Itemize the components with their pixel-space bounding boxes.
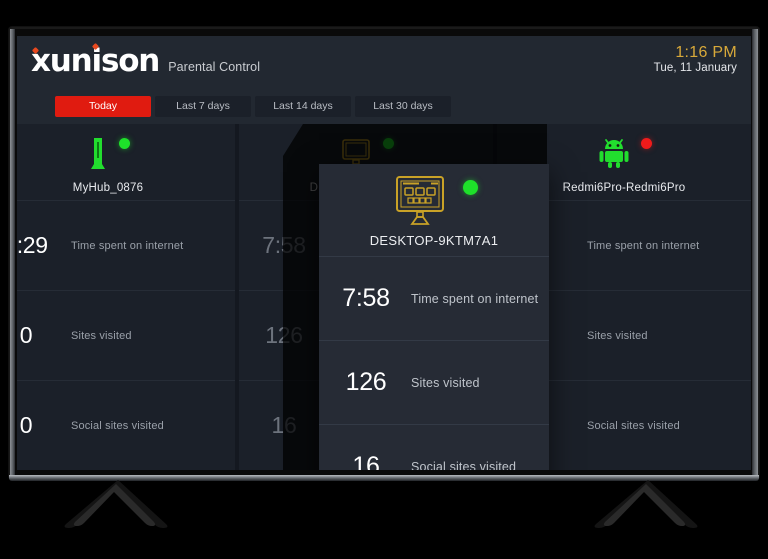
router-icon <box>90 138 105 169</box>
focused-stat-row-social: 16 Social sites visited <box>319 424 549 470</box>
stat-row-social: 0 Social sites visited <box>17 380 235 470</box>
status-dot-offline <box>640 138 652 149</box>
focused-stat-label-sites: Sites visited <box>411 375 480 390</box>
stat-row-time: 5:29 Time spent on internet <box>17 200 235 290</box>
tab-last-14-days[interactable]: Last 14 days <box>255 95 351 117</box>
status-dot-online <box>462 180 478 195</box>
desktop-icon <box>395 176 444 225</box>
clock-date: Tue, 11 January <box>653 62 737 75</box>
focused-device-icon-group <box>319 174 549 230</box>
stat-value-social: 0 <box>19 412 33 438</box>
brand: xunison Parental Control <box>31 42 261 77</box>
tab-last-30-days[interactable]: Last 30 days <box>355 95 451 117</box>
focused-stat-value-time: 7:58 <box>342 284 390 312</box>
stat-label-time: Time spent on internet <box>587 239 700 252</box>
xunison-logo: xunison <box>31 42 160 77</box>
screenshot-stage: xunison Parental Control 1:16 PM Tue, 11… <box>0 0 768 559</box>
android-icon <box>599 139 628 168</box>
stat-label-time: Time spent on internet <box>71 239 184 252</box>
tv-stand-leg-right <box>588 478 708 530</box>
focused-stat-value-sites: 126 <box>345 368 387 396</box>
stat-label-social: Social sites visited <box>587 419 680 432</box>
device-card-header: MyHub_0876 <box>17 124 235 200</box>
stat-value-time: 5:29 <box>17 232 48 258</box>
date-range-tabs: Today Last 7 days Last 14 days Last 30 d… <box>17 88 751 124</box>
device-name: MyHub_0876 <box>72 182 144 194</box>
status-dot-online <box>118 138 130 149</box>
stat-label-sites: Sites visited <box>71 329 132 342</box>
app-subtitle: Parental Control <box>168 60 261 74</box>
device-icon-group <box>17 136 235 172</box>
focused-device-name: DESKTOP-9KTM7A1 <box>369 233 499 248</box>
stat-label-social: Social sites visited <box>71 419 164 432</box>
device-card-myhub[interactable]: MyHub_0876 5:29 Time spent on internet 0… <box>17 124 235 470</box>
stat-label-sites: Sites visited <box>587 329 648 342</box>
focused-card-header: DESKTOP-9KTM7A1 <box>319 164 549 256</box>
clock-time: 1:16 PM <box>675 44 737 61</box>
tab-today[interactable]: Today <box>55 95 151 117</box>
focused-device-modal[interactable]: DESKTOP-9KTM7A1 7:58 Time spent on inter… <box>319 164 549 470</box>
focused-stat-row-sites: 126 Sites visited <box>319 340 549 424</box>
tv-screen: xunison Parental Control 1:16 PM Tue, 11… <box>17 36 751 470</box>
app-header: xunison Parental Control 1:16 PM Tue, 11… <box>17 36 751 88</box>
stat-value-sites: 0 <box>19 322 33 348</box>
tv-stand-leg-left <box>58 478 178 530</box>
focused-stat-label-social: Social sites visited <box>411 459 517 471</box>
tab-last-7-days[interactable]: Last 7 days <box>155 95 251 117</box>
clock: 1:16 PM Tue, 11 January <box>654 44 737 74</box>
stat-row-sites: 0 Sites visited <box>17 290 235 380</box>
focused-stat-row-time: 7:58 Time spent on internet <box>319 256 549 340</box>
focused-stat-value-social: 16 <box>352 452 380 470</box>
focused-stat-label-time: Time spent on internet <box>411 291 539 306</box>
